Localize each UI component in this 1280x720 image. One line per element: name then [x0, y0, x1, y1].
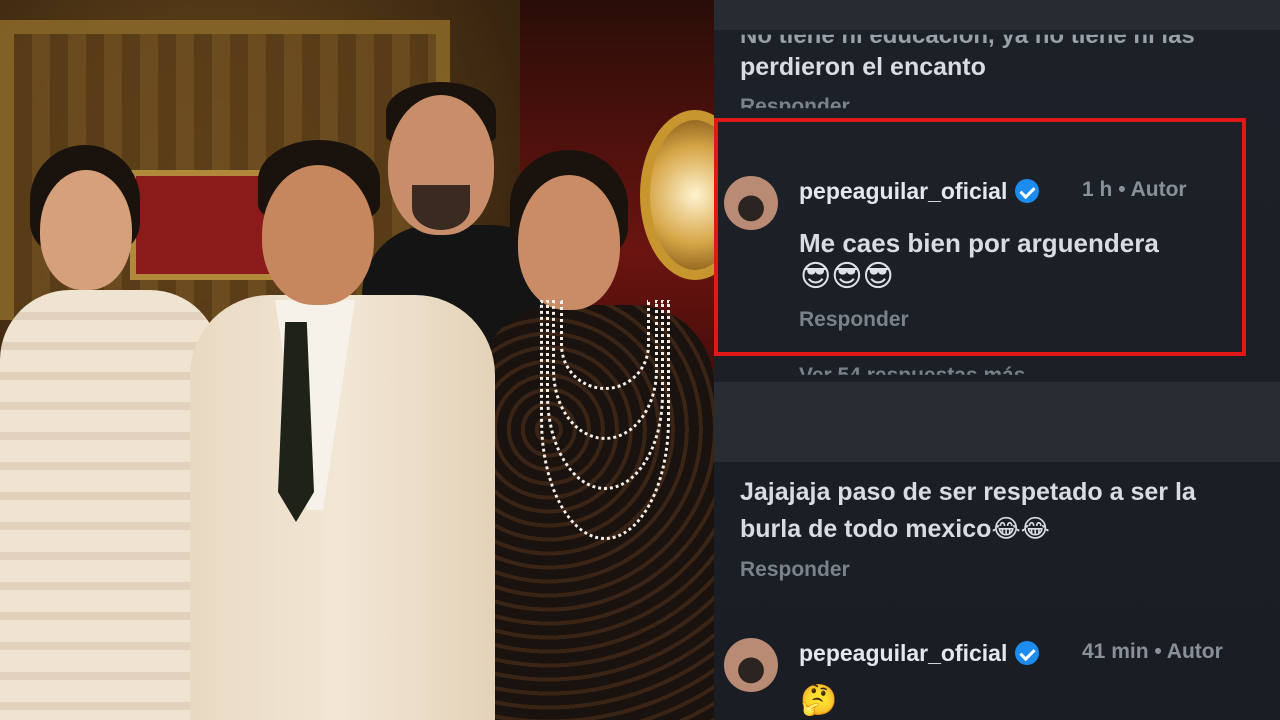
emoji-sunglasses: 😎😎😎: [800, 260, 894, 293]
pearl-necklace: [540, 300, 670, 550]
reply-button[interactable]: Responder: [740, 558, 850, 582]
separator: •: [1118, 178, 1126, 201]
comment-text: Jajajaja paso de ser respetado a ser la: [740, 478, 1196, 506]
username-text[interactable]: pepeaguilar_oficial: [799, 178, 1007, 204]
avatar[interactable]: [724, 176, 778, 230]
avatar[interactable]: [724, 638, 778, 692]
reply-button[interactable]: Responder: [740, 95, 850, 108]
comment-text: perdieron el encanto: [740, 53, 986, 81]
comment-time: 1 h: [1082, 178, 1113, 201]
verified-badge-icon: [1015, 641, 1040, 665]
separator: •: [1154, 640, 1162, 663]
username-text[interactable]: pepeaguilar_oficial: [799, 640, 1007, 666]
comment-time: 41 min: [1082, 640, 1149, 663]
blurred-area-top: [714, 0, 1280, 30]
verified-badge-icon: [1015, 179, 1040, 203]
comment-meta: 1 h • Autor: [1082, 178, 1187, 202]
emoji-thinking: 🤔: [800, 684, 838, 717]
blurred-area-middle: [714, 382, 1280, 462]
comment-meta: 41 min • Autor: [1082, 640, 1223, 664]
reply-button[interactable]: Responder: [799, 308, 909, 332]
comments-panel: No tiene ni educación, ya no tiene ni la…: [714, 0, 1280, 720]
family-photo: [0, 0, 714, 720]
comment-text: Me caes bien por arguendera: [799, 228, 1159, 258]
comment-author[interactable]: pepeaguilar_oficial: [799, 640, 1040, 667]
emoji-laughing: 😂😂: [991, 515, 1050, 543]
author-badge: Autor: [1166, 640, 1223, 663]
comment-text: burla de todo mexico: [740, 515, 992, 543]
comment-author[interactable]: pepeaguilar_oficial: [799, 178, 1040, 205]
author-badge: Autor: [1130, 178, 1187, 201]
comment-text-line2: burla de todo mexico😂😂: [740, 514, 1050, 544]
